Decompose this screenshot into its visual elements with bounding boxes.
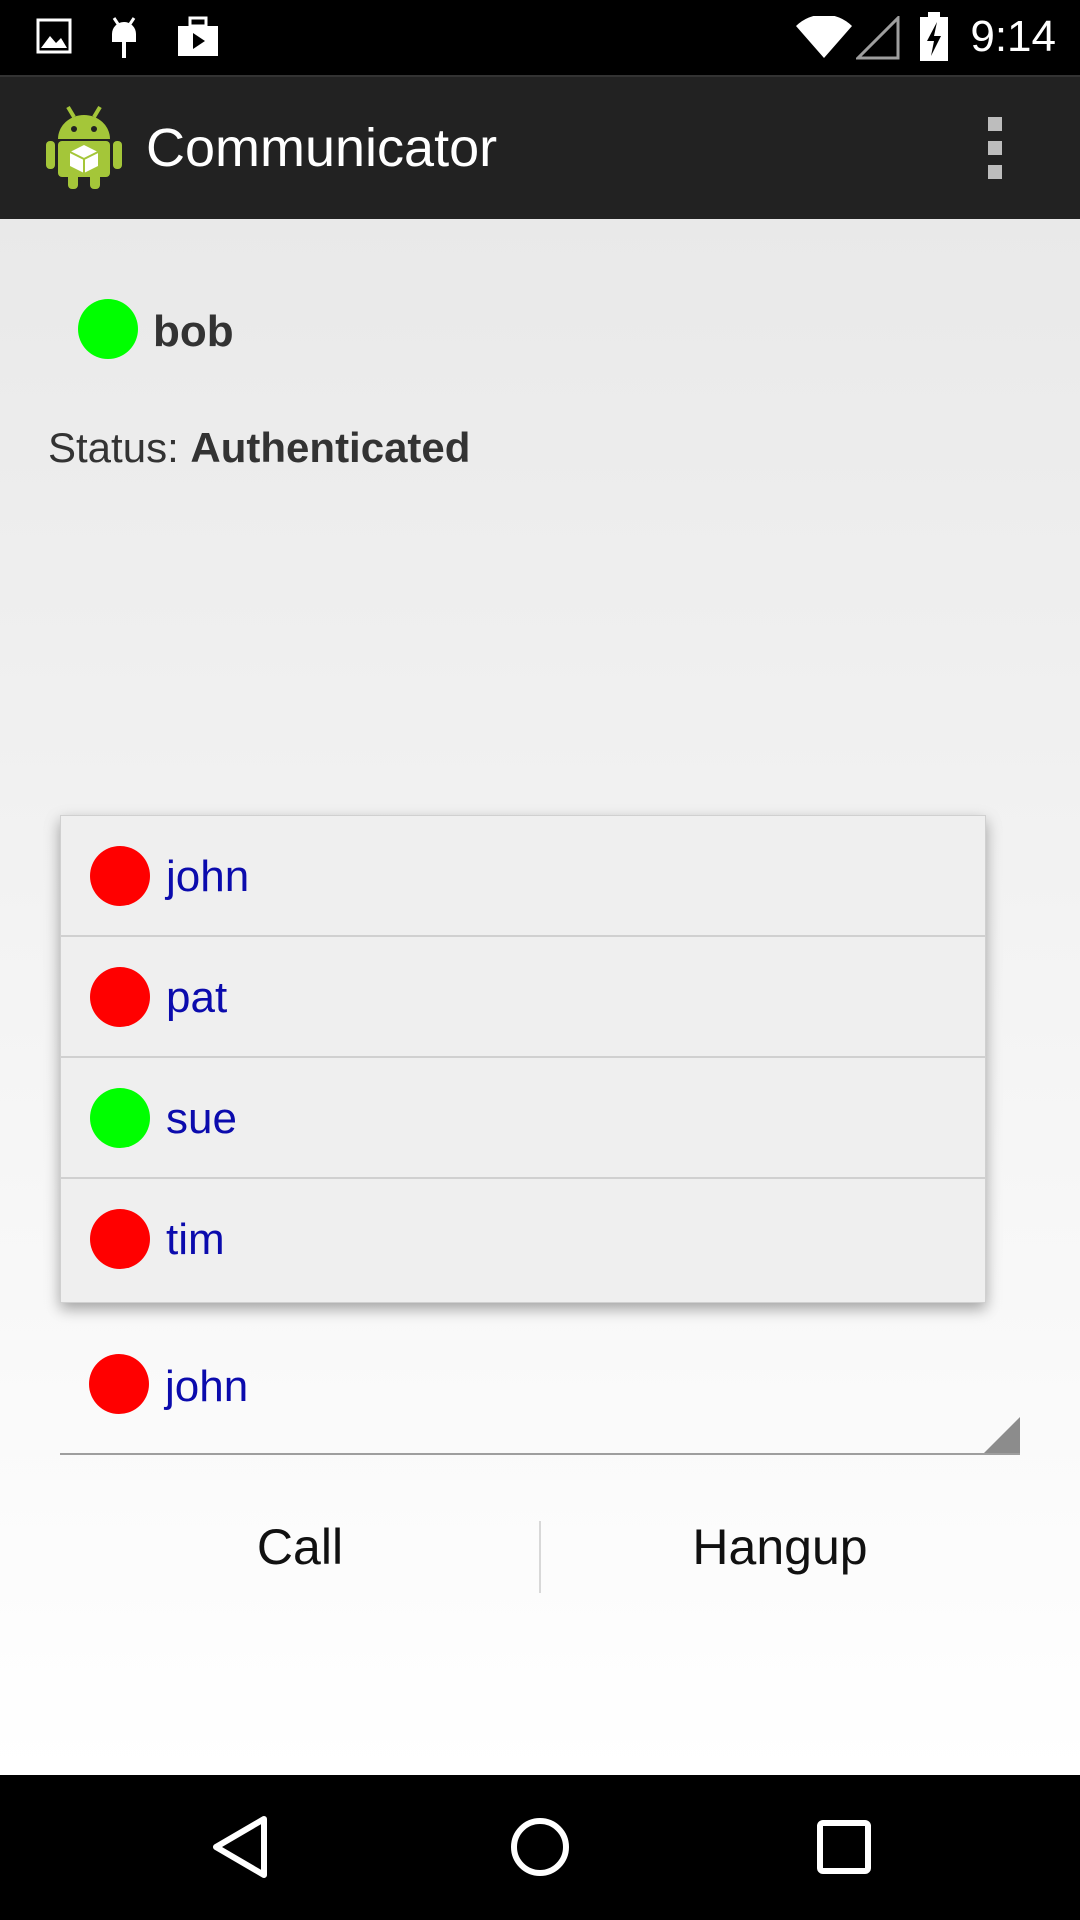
dropdown-item-label: john [166, 852, 250, 901]
dropdown-item-john[interactable]: john [61, 816, 985, 937]
presence-offline-icon [90, 1209, 150, 1269]
presence-online-icon [90, 1088, 150, 1148]
home-icon[interactable] [508, 1815, 572, 1884]
dropdown-item-label: sue [166, 1094, 237, 1143]
recents-icon[interactable] [812, 1815, 876, 1884]
status-value: Authenticated [190, 424, 471, 471]
contacts-dropdown: john pat sue tim [60, 815, 986, 1303]
current-user: bob [78, 299, 234, 359]
presence-offline-icon [89, 1354, 149, 1414]
spinner-arrow-icon [984, 1417, 1020, 1453]
spinner-selected-label: john [165, 1362, 249, 1411]
contact-spinner[interactable]: john [60, 1322, 1020, 1455]
current-user-name: bob [153, 307, 234, 356]
clock: 9:14 [970, 12, 1056, 61]
presence-online-icon [78, 299, 138, 359]
battery-charging-icon [918, 12, 950, 67]
android-debug-icon [106, 14, 142, 65]
overflow-menu-icon[interactable] [980, 117, 1010, 185]
app-title: Communicator [146, 118, 498, 178]
dropdown-item-sue[interactable]: sue [61, 1058, 985, 1179]
hangup-button[interactable]: Hangup [540, 1499, 1020, 1595]
presence-offline-icon [90, 846, 150, 906]
dropdown-item-label: tim [166, 1215, 225, 1264]
android-app-icon [44, 103, 124, 194]
cell-signal-icon [854, 14, 900, 65]
briefcase-play-icon [176, 16, 220, 63]
image-icon [36, 18, 72, 59]
dropdown-item-pat[interactable]: pat [61, 937, 985, 1058]
action-bar: Communicator [0, 75, 1080, 219]
call-button[interactable]: Call [60, 1499, 540, 1595]
status-bar: 9:14 [0, 0, 1080, 75]
status-line: Status: Authenticated [48, 424, 470, 472]
navigation-bar [0, 1775, 1080, 1920]
status-label: Status: [48, 424, 179, 471]
presence-offline-icon [90, 967, 150, 1027]
back-icon[interactable] [210, 1815, 270, 1884]
main-content: bob Status: Authenticated john Call Hang… [0, 219, 1080, 1775]
call-controls: Call Hangup [60, 1499, 1020, 1595]
wifi-icon [794, 14, 854, 65]
dropdown-item-label: pat [166, 973, 228, 1022]
dropdown-item-tim[interactable]: tim [61, 1179, 985, 1300]
